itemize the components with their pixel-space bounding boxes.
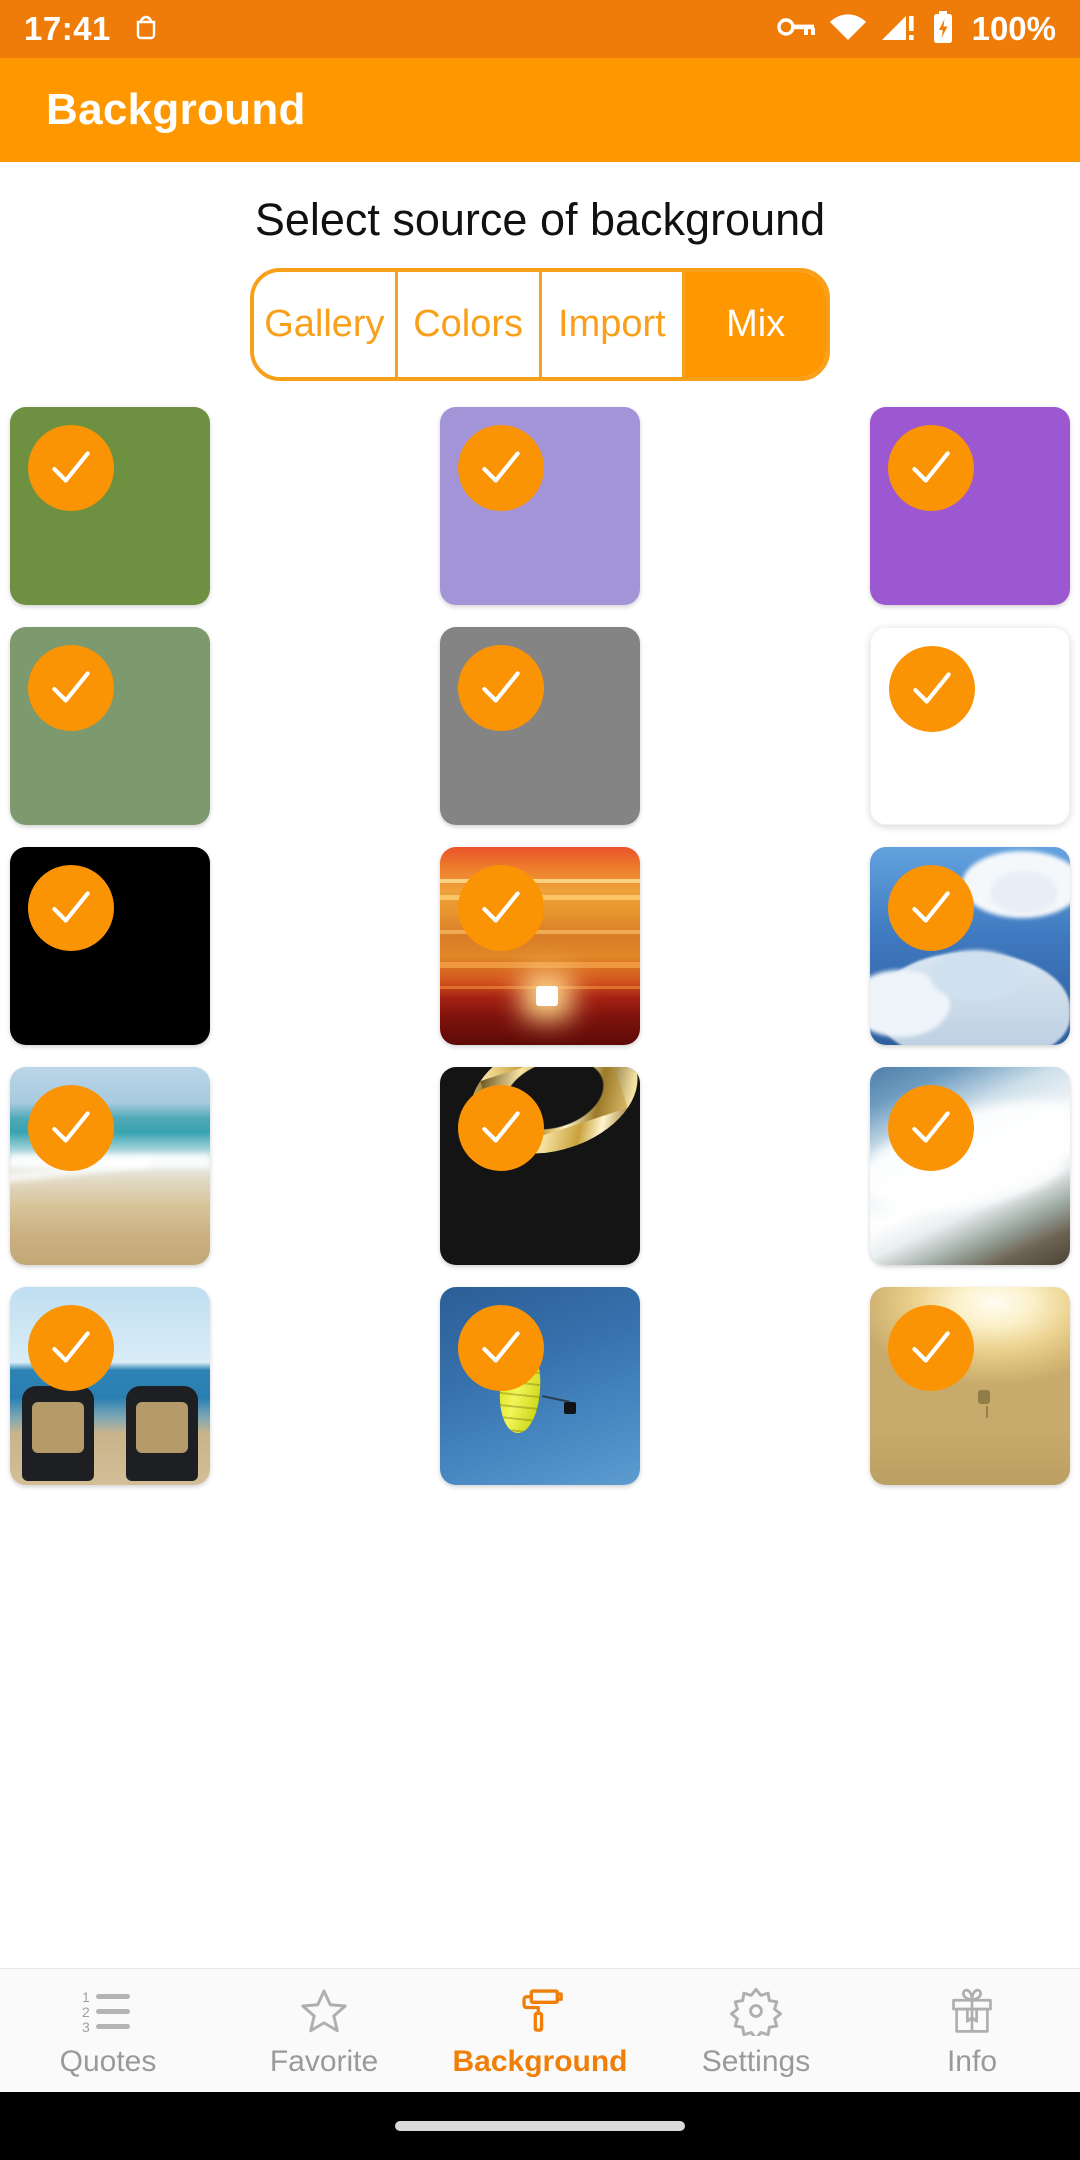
selected-check-icon[interactable] [28, 1085, 114, 1171]
tile-sunset-over-sea-photo[interactable] [440, 847, 640, 1045]
page-title: Background [46, 85, 306, 134]
tab-import[interactable]: Import [541, 272, 686, 377]
nav-item-settings[interactable]: Settings [648, 1983, 864, 2079]
selected-check-icon[interactable] [888, 425, 974, 511]
vpn-key-icon [776, 13, 816, 46]
paint-roller-icon [513, 1983, 567, 2039]
background-tile-grid [0, 407, 1080, 1485]
nav-item-favorite[interactable]: Favorite [216, 1983, 432, 2079]
selected-check-icon[interactable] [888, 865, 974, 951]
wifi-icon [829, 12, 867, 47]
status-bar: 17:41 100% [0, 0, 1080, 58]
tile-sage-green-color[interactable] [10, 627, 210, 825]
svg-text:2: 2 [82, 2004, 90, 2020]
bottom-navigation-bar: 1 2 3 Quotes Favorite Background Setting… [0, 1968, 1080, 2092]
selected-check-icon[interactable] [28, 865, 114, 951]
svg-text:1: 1 [82, 1989, 90, 2005]
tab-colors[interactable]: Colors [397, 272, 542, 377]
selected-check-icon[interactable] [458, 1085, 544, 1171]
selected-check-icon[interactable] [458, 1305, 544, 1391]
app-bar: Background [0, 58, 1080, 162]
debug-android-icon [133, 12, 159, 47]
selected-check-icon[interactable] [458, 425, 544, 511]
cellular-signal-warning-icon [880, 12, 918, 47]
source-segmented-control[interactable]: Gallery Colors Import Mix [250, 268, 830, 381]
nav-label-background: Background [452, 2044, 628, 2078]
tile-swatch [871, 628, 1069, 824]
tile-olive-green-color[interactable] [10, 407, 210, 605]
tab-gallery[interactable]: Gallery [254, 272, 398, 377]
main-content: Select source of background Gallery Colo… [0, 162, 1080, 2036]
system-gesture-area [0, 2092, 1080, 2160]
home-gesture-pill[interactable] [395, 2121, 685, 2131]
tile-yellow-paraglider-photo[interactable] [440, 1287, 640, 1485]
section-title: Select source of background [254, 194, 826, 245]
status-bar-left: 17:41 [24, 10, 159, 48]
tile-white-color[interactable] [870, 627, 1070, 825]
tile-gray-color[interactable] [440, 627, 640, 825]
selected-check-icon[interactable] [888, 1085, 974, 1171]
nav-label-settings: Settings [701, 2044, 811, 2078]
selected-check-icon[interactable] [458, 865, 544, 951]
status-bar-right: 100% [776, 10, 1056, 48]
nav-label-info: Info [946, 2044, 998, 2078]
star-icon [298, 1983, 350, 2039]
tile-blue-sky-clouds-photo[interactable] [870, 847, 1070, 1045]
gift-icon [945, 1983, 999, 2039]
tile-black-color[interactable] [10, 847, 210, 1045]
battery-charging-icon [931, 10, 955, 48]
battery-percent-label: 100% [971, 10, 1056, 47]
nav-label-quotes: Quotes [59, 2044, 157, 2078]
nav-item-info[interactable]: Info [864, 1983, 1080, 2079]
tile-vivid-purple-color[interactable] [870, 407, 1070, 605]
selected-check-icon[interactable] [889, 646, 975, 732]
tile-light-purple-color[interactable] [440, 407, 640, 605]
nav-item-quotes[interactable]: 1 2 3 Quotes [0, 1983, 216, 2079]
tile-beach-chairs-photo[interactable] [10, 1287, 210, 1485]
tile-beach-sand-shore-photo[interactable] [10, 1067, 210, 1265]
tab-mix[interactable]: Mix [685, 272, 826, 377]
selected-check-icon[interactable] [28, 645, 114, 731]
gear-icon [730, 1983, 782, 2039]
selected-check-icon[interactable] [458, 645, 544, 731]
nav-item-background[interactable]: Background [432, 1983, 648, 2079]
nav-label-favorite: Favorite [269, 2044, 379, 2078]
selected-check-icon[interactable] [28, 1305, 114, 1391]
tile-golden-sunset-haze-photo[interactable] [870, 1287, 1070, 1485]
tile-gold-ring-photo[interactable] [440, 1067, 640, 1265]
numbered-list-icon: 1 2 3 [80, 1983, 136, 2039]
status-time: 17:41 [24, 10, 111, 47]
selected-check-icon[interactable] [888, 1305, 974, 1391]
tile-ocean-surf-waves-photo[interactable] [870, 1067, 1070, 1265]
svg-text:3: 3 [82, 2019, 90, 2035]
selected-check-icon[interactable] [28, 425, 114, 511]
